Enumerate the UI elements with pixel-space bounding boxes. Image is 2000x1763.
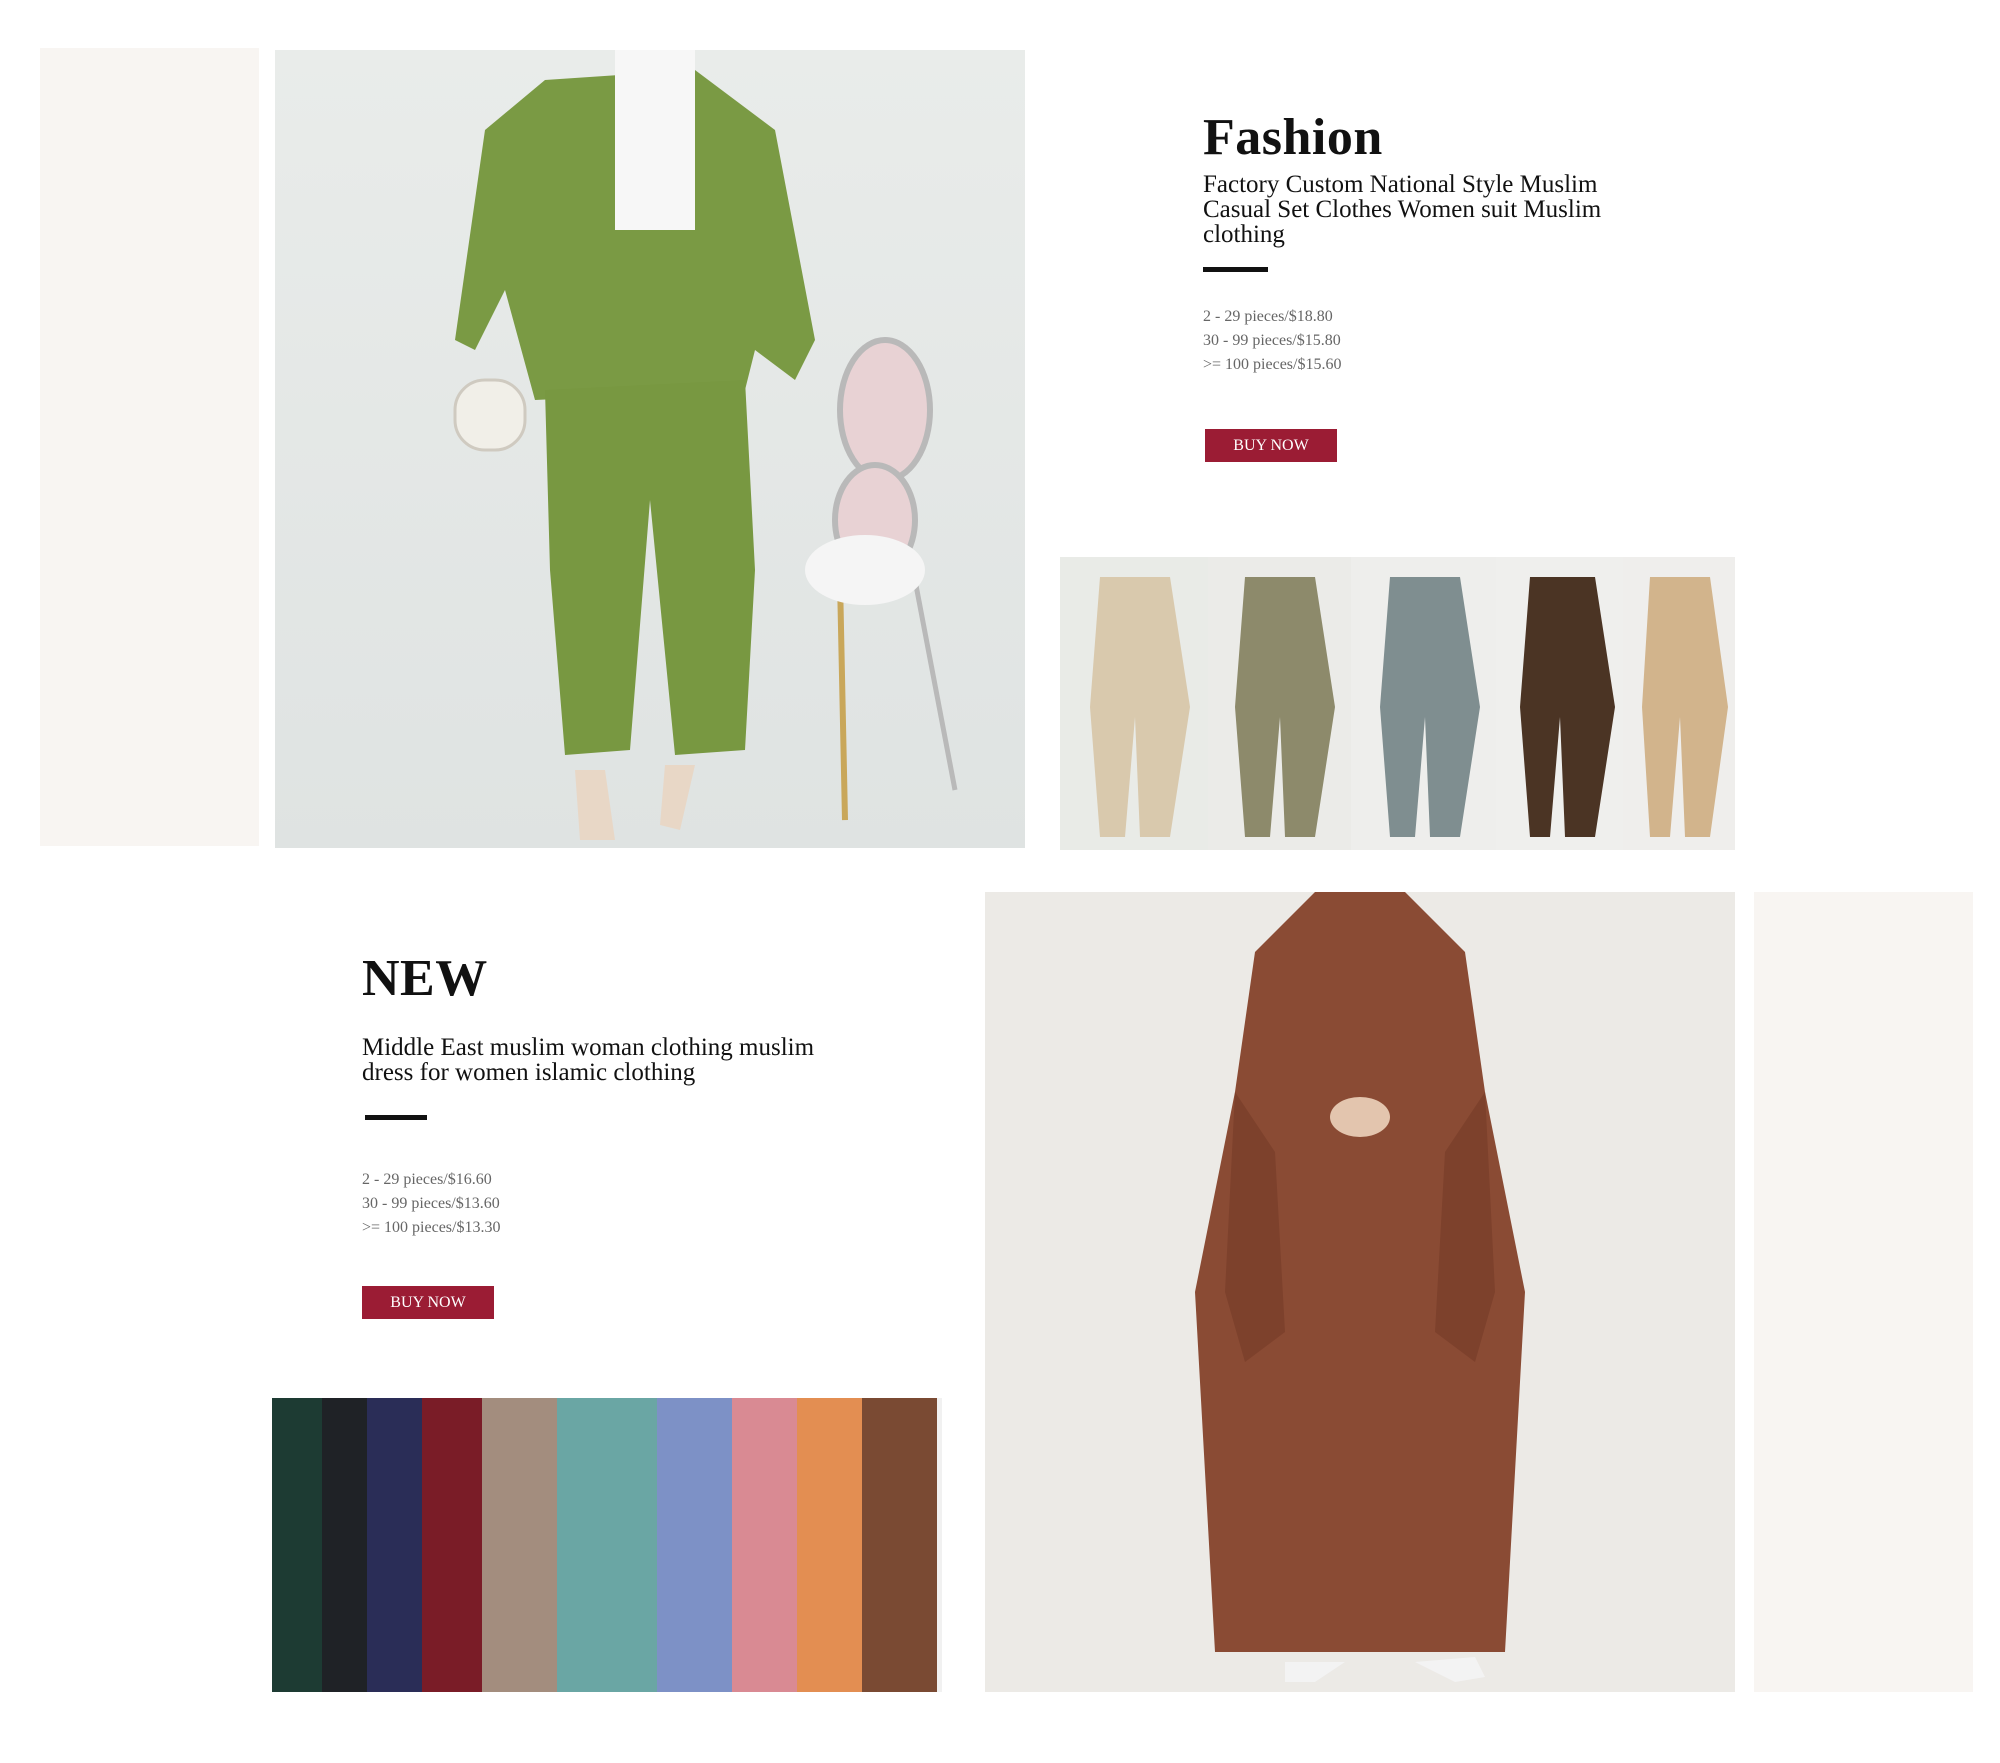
price-tier: 30 - 99 pieces/$13.60 — [362, 1195, 500, 1212]
set-variants-illustration — [1060, 557, 1735, 850]
section2-info: NEW Middle East muslim woman clothing mu… — [362, 953, 842, 1319]
hero-image-green-set[interactable] — [275, 50, 1025, 848]
section1-product-name: Factory Custom National Style Muslim Cas… — [1203, 171, 1602, 248]
section2-divider — [365, 1115, 427, 1120]
section2-kicker: NEW — [362, 950, 488, 1007]
green-set-illustration — [275, 50, 1025, 848]
price-tier: >= 100 pieces/$15.60 — [1203, 356, 1342, 373]
section1-price-tiers: 2 - 29 pieces/$18.80 30 - 99 pieces/$15.… — [1203, 305, 1643, 377]
brown-abaya-illustration — [985, 892, 1735, 1692]
section1-kicker: Fashion — [1203, 109, 1383, 166]
section2-buy-now-button[interactable]: BUY NOW — [362, 1286, 494, 1319]
price-tier: 2 - 29 pieces/$16.60 — [362, 1171, 492, 1188]
price-tier: >= 100 pieces/$13.30 — [362, 1219, 501, 1236]
hero-image-brown-abaya[interactable] — [985, 892, 1735, 1692]
price-tier: 30 - 99 pieces/$15.80 — [1203, 332, 1341, 349]
decor-panel-right — [1754, 892, 1973, 1692]
price-tier: 2 - 29 pieces/$18.80 — [1203, 308, 1333, 325]
section1-buy-now-button[interactable]: BUY NOW — [1205, 429, 1337, 462]
section1-divider — [1203, 267, 1268, 272]
decor-panel-left — [40, 48, 259, 846]
section2-variant-strip[interactable] — [272, 1398, 942, 1692]
section1-info: Fashion Factory Custom National Style Mu… — [1203, 112, 1643, 462]
abaya-variants-illustration — [272, 1398, 942, 1692]
section2-product-name: Middle East muslim woman clothing muslim… — [362, 1034, 815, 1086]
section2-price-tiers: 2 - 29 pieces/$16.60 30 - 99 pieces/$13.… — [362, 1168, 842, 1240]
section1-variant-strip[interactable] — [1060, 557, 1735, 850]
